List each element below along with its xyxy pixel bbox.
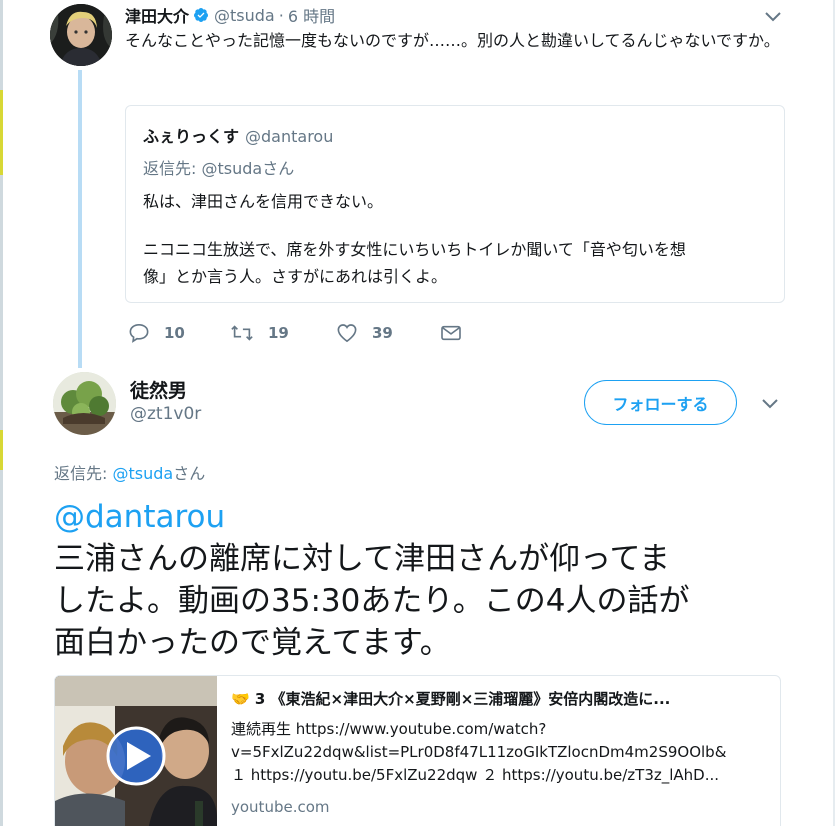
author-name[interactable]: 徒然男 bbox=[130, 376, 187, 403]
quoted-tweet-header: ふぇりっくす @dantarou bbox=[143, 123, 333, 147]
replying-to-handle[interactable]: @tsuda bbox=[112, 464, 173, 483]
link-card[interactable]: 🤝 3 《東浩紀×津田大介×夏野剛×三浦瑠麗》安倍内閣改造に... 連続再生 h… bbox=[54, 675, 781, 826]
author-handle[interactable]: @tsuda bbox=[214, 6, 275, 25]
quoted-text-line: 私は、津田さんを信用できない。 bbox=[143, 192, 384, 211]
reply-icon bbox=[129, 323, 149, 343]
retweet-count: 19 bbox=[268, 324, 289, 342]
replying-to-suffix: さん bbox=[173, 464, 206, 483]
quoted-text-line: 像」とか言う人。さすがにあれは引くよ。 bbox=[143, 267, 448, 286]
tweet-text-line: 三浦さんの離席に対して津田さんが仰ってま bbox=[54, 541, 670, 577]
quoted-tweet[interactable]: ふぇりっくす @dantarou 返信先: @tsudaさん 私は、津田さんを信用… bbox=[125, 105, 785, 303]
envelope-icon bbox=[441, 325, 461, 341]
like-button[interactable]: 39 bbox=[336, 318, 393, 348]
link-card-description: 連続再生 https://www.youtube.com/watch? v=5F… bbox=[231, 718, 771, 787]
like-count: 39 bbox=[372, 324, 393, 342]
replying-to-handle: @tsuda bbox=[201, 159, 263, 178]
tweet-actions: 10 19 39 bbox=[128, 318, 468, 348]
tweet-header: 津田大介 @tsuda · 6 時間 bbox=[125, 2, 335, 28]
chevron-down-icon[interactable] bbox=[760, 397, 780, 411]
timestamp[interactable]: 6 時間 bbox=[288, 3, 335, 27]
replying-to: 返信先: @tsudaさん bbox=[143, 155, 294, 179]
link-card-domain: youtube.com bbox=[231, 798, 330, 816]
separator-dot: · bbox=[278, 5, 284, 25]
reply-count: 10 bbox=[164, 324, 185, 342]
tweet-text-line: したよ。動画の35:30あたり。この4人の話が bbox=[54, 583, 690, 619]
frame-marker bbox=[0, 430, 3, 470]
tweet-text-line: 面白かったので覚えてます。 bbox=[54, 625, 451, 661]
retweet-icon bbox=[231, 325, 253, 341]
chevron-down-icon[interactable] bbox=[763, 10, 783, 24]
tweet-text: そんなことやった記憶一度もないのですが……。別の人と勘違いしてるんじゃないですか… bbox=[125, 31, 780, 50]
link-card-description-line: v=5FxlZu22dqw&list=PLr0D8f47L11zoGIkTZlo… bbox=[231, 743, 727, 761]
window-frame-left bbox=[0, 0, 3, 826]
verified-badge-icon bbox=[193, 7, 209, 23]
tweet-text: @dantarou 三浦さんの離席に対して津田さんが仰ってま したよ。動画の35… bbox=[54, 496, 784, 664]
reply-button[interactable]: 10 bbox=[128, 318, 185, 348]
frame-marker bbox=[0, 90, 3, 175]
quoted-text-line: ニコニコ生放送で、席を外す女性にいちいちトイレか聞いて「音や匂いを想 bbox=[143, 240, 686, 259]
retweet-button[interactable]: 19 bbox=[230, 318, 289, 348]
replying-to-suffix: さん bbox=[262, 159, 295, 178]
link-card-description-line: 連続再生 https://www.youtube.com/watch? bbox=[231, 720, 547, 738]
replying-to-prefix: 返信先: bbox=[54, 464, 113, 483]
replying-to-prefix: 返信先: bbox=[143, 159, 202, 178]
avatar[interactable] bbox=[50, 4, 112, 66]
video-thumbnail[interactable] bbox=[55, 676, 217, 826]
replying-to: 返信先: @tsudaさん bbox=[54, 460, 205, 484]
link-card-description-line: １ https://youtu.be/5FxlZu22dqw ２ https:/… bbox=[231, 766, 720, 784]
link-card-title: 🤝 3 《東浩紀×津田大介×夏野剛×三浦瑠麗》安倍内閣改造に... bbox=[231, 690, 671, 708]
thread-connector-line bbox=[78, 70, 82, 368]
mention-link[interactable]: @dantarou bbox=[54, 496, 784, 538]
link-card-body: 🤝 3 《東浩紀×津田大介×夏野剛×三浦瑠麗》安倍内閣改造に... 連続再生 h… bbox=[231, 688, 771, 816]
author-name[interactable]: 津田大介 bbox=[125, 3, 189, 27]
follow-button[interactable]: フォローする bbox=[584, 380, 737, 425]
heart-icon bbox=[337, 324, 357, 343]
author-handle[interactable]: @zt1v0r bbox=[130, 404, 201, 424]
avatar[interactable] bbox=[53, 372, 116, 435]
quoted-author-handle: @dantarou bbox=[245, 127, 334, 146]
direct-message-button[interactable] bbox=[440, 318, 476, 348]
quoted-author-name: ふぇりっくす bbox=[143, 127, 240, 146]
